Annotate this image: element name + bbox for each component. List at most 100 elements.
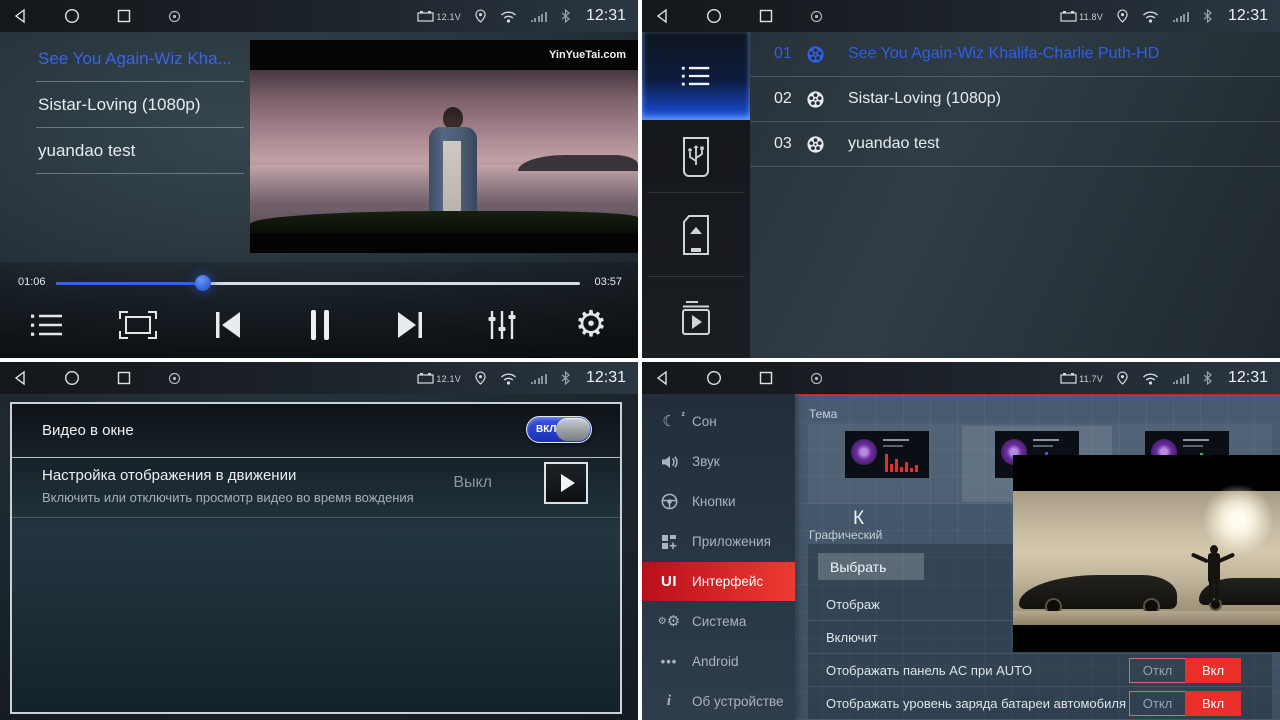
playlist-item[interactable]: See You Again-Wiz Kha... — [0, 36, 250, 81]
sidebar-item-label: Об устройстве — [692, 694, 784, 709]
toggle-knob — [556, 418, 590, 441]
aspect-ratio-button[interactable] — [103, 296, 173, 354]
section-label-graphics: Графический — [809, 528, 882, 542]
sidebar-item-label: Сон — [692, 414, 717, 429]
divider — [12, 517, 620, 518]
sidebar-item-buttons[interactable]: Кнопки — [642, 482, 795, 521]
setting-subtitle: Включить или отключить просмотр видео во… — [42, 490, 414, 505]
watermark: YinYueTai.com — [549, 49, 626, 61]
expand-play-button[interactable] — [544, 462, 588, 504]
home-icon[interactable] — [64, 8, 80, 24]
sidebar-item-about[interactable]: i Об устройстве — [642, 682, 795, 720]
setting-label: Видео в окне — [42, 422, 134, 439]
setting-value: Выкл — [453, 474, 492, 492]
back-icon[interactable] — [654, 8, 670, 24]
sidebar-item-interface[interactable]: UI Интерфейс — [642, 562, 795, 601]
option-label: Отображать уровень заряда батареи автомо… — [826, 696, 1126, 711]
track-number: 02 — [750, 90, 806, 108]
recents-icon[interactable] — [116, 370, 132, 386]
bluetooth-icon — [561, 9, 570, 23]
bluetooth-icon — [1203, 371, 1212, 385]
sidebar-item-label: Звук — [692, 454, 720, 469]
video-in-window-toggle[interactable]: ВКЛ — [526, 416, 592, 443]
location-icon — [1117, 371, 1128, 385]
back-icon[interactable] — [654, 370, 670, 386]
ellipsis-icon: ••• — [658, 654, 680, 669]
off-button[interactable]: Откл — [1129, 691, 1185, 716]
floating-menu-icon[interactable] — [810, 372, 823, 385]
car-battery-icon — [417, 372, 434, 384]
back-icon[interactable] — [12, 370, 28, 386]
browser-screen: 11.8V 12:31 — [642, 0, 1280, 358]
video-surface[interactable]: YinYueTai.com — [250, 40, 638, 253]
video-library-icon — [678, 300, 714, 336]
option-row: Отображать панель AC при AUTO Откл Вкл — [808, 654, 1272, 687]
sidebar-item-sleep[interactable]: ☾z Сон — [642, 402, 795, 441]
recents-icon[interactable] — [758, 370, 774, 386]
home-icon[interactable] — [706, 8, 722, 24]
recents-icon[interactable] — [758, 8, 774, 24]
tab-sdcard[interactable] — [642, 193, 750, 277]
choose-button[interactable]: Выбрать — [818, 553, 924, 580]
floating-menu-icon[interactable] — [810, 10, 823, 23]
previous-button[interactable] — [193, 296, 263, 354]
recents-icon[interactable] — [116, 8, 132, 24]
sidebar-item-system[interactable]: ⚙⚙ Система — [642, 602, 795, 641]
steering-wheel-icon — [658, 493, 680, 510]
seek-thumb[interactable] — [195, 275, 211, 291]
status-bar: 12.1V 12:31 — [0, 0, 638, 32]
file-row[interactable]: 02 Sistar-Loving (1080p) — [750, 77, 1280, 122]
location-icon — [475, 9, 486, 23]
car-battery-icon — [1060, 372, 1077, 384]
letterbox-bottom — [250, 233, 638, 253]
back-icon[interactable] — [12, 8, 28, 24]
playlist-item[interactable]: Sistar-Loving (1080p) — [0, 82, 250, 127]
setting-title: Настройка отображения в движении — [42, 467, 296, 484]
option-label: Отображ — [826, 597, 880, 612]
tab-video-library[interactable] — [642, 277, 750, 358]
source-rail — [642, 32, 750, 358]
voltage-label: 12.1V — [436, 374, 461, 384]
speaker-icon — [658, 455, 680, 469]
letterbox-top: YinYueTai.com — [250, 40, 638, 70]
sidebar-item-apps[interactable]: Приложения — [642, 522, 795, 561]
moon-icon: ☾z — [658, 414, 680, 429]
playlist-button[interactable] — [12, 296, 82, 354]
off-button[interactable]: Откл — [1129, 658, 1185, 683]
floating-menu-icon[interactable] — [168, 372, 181, 385]
floating-video-window[interactable] — [1013, 455, 1280, 652]
next-button[interactable] — [375, 296, 445, 354]
sidebar-item-sound[interactable]: Звук — [642, 442, 795, 481]
settings-content: Тема К я Графический — [795, 394, 1280, 720]
playlist-item[interactable]: yuandao test — [0, 128, 250, 173]
motion-settings-screen: 12.1V 12:31 Видео в окне ВКЛ Настройка о… — [0, 362, 638, 720]
option-row: Отображать уровень заряда батареи автомо… — [808, 687, 1272, 720]
tab-usb[interactable] — [642, 120, 750, 193]
file-title: Sistar-Loving (1080p) — [848, 90, 1001, 108]
setting-row-motion-display[interactable]: Настройка отображения в движении Включит… — [12, 458, 620, 516]
home-icon[interactable] — [706, 370, 722, 386]
on-button[interactable]: Вкл — [1185, 691, 1241, 716]
seek-fill — [56, 282, 203, 285]
status-bar: 12.1V 12:31 — [0, 362, 638, 394]
equalizer-button[interactable] — [467, 296, 537, 354]
seek-bar[interactable] — [56, 282, 580, 285]
clock: 12:31 — [1228, 369, 1268, 387]
theme-thumbnail-red[interactable] — [845, 431, 929, 478]
status-bar: 11.7V 12:31 — [642, 362, 1280, 394]
file-row[interactable]: 03 yuandao test — [750, 122, 1280, 167]
battery-voltage-indicator: 12.1V — [417, 372, 461, 384]
location-icon — [475, 371, 486, 385]
signal-strength-icon — [1173, 11, 1189, 22]
sidebar-item-android[interactable]: ••• Android — [642, 642, 795, 681]
player-screen: 12.1V 12:31 See You Again-Wiz Kha... Sis… — [0, 0, 638, 358]
info-icon: i — [658, 693, 680, 710]
settings-button[interactable]: ⚙ — [556, 296, 626, 354]
floating-menu-icon[interactable] — [168, 10, 181, 23]
tab-playlist[interactable] — [642, 32, 750, 120]
home-icon[interactable] — [64, 370, 80, 386]
on-button[interactable]: Вкл — [1185, 658, 1241, 683]
file-row[interactable]: 01 See You Again-Wiz Khalifa-Charlie Put… — [750, 32, 1280, 77]
ui-icon: UI — [658, 573, 680, 590]
pause-button[interactable] — [285, 296, 355, 354]
